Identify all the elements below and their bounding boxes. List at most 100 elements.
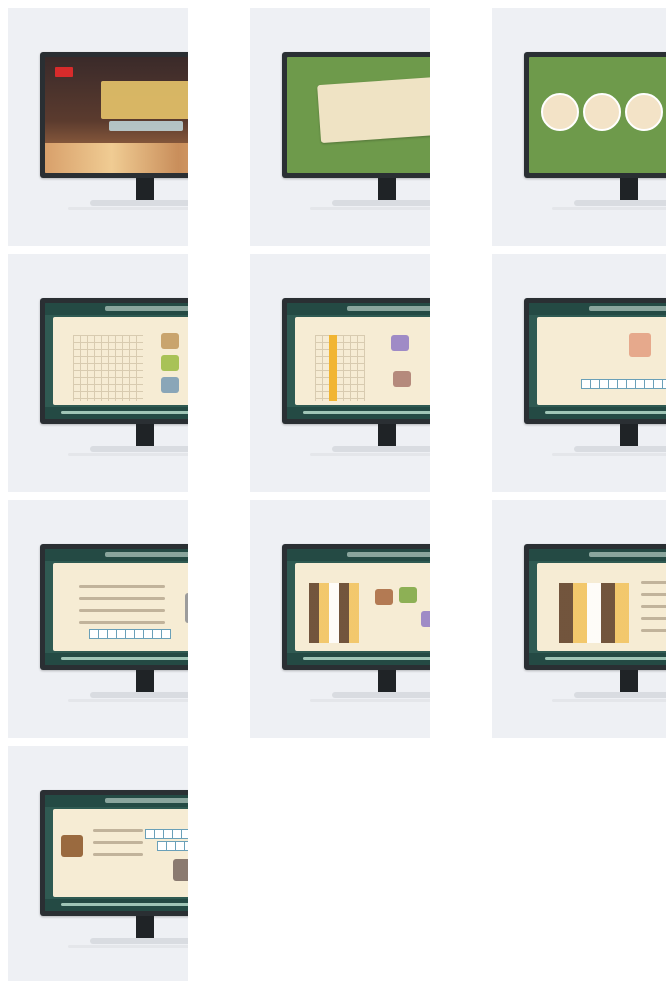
- activity-header: [45, 795, 188, 807]
- activity-title: [589, 552, 666, 557]
- footer-text: [61, 657, 188, 660]
- character-portrait[interactable]: [541, 93, 579, 131]
- answer-boxes[interactable]: [145, 829, 188, 839]
- footer-text: [61, 411, 188, 414]
- town-map-illustration: [317, 76, 430, 144]
- monitor-neck: [620, 424, 638, 446]
- monitor-neck: [136, 670, 154, 692]
- activity-header: [45, 549, 188, 561]
- activity-footer: [45, 899, 188, 911]
- thumbnail-word-boxes[interactable]: [492, 254, 666, 492]
- answer-boxes[interactable]: [581, 379, 666, 389]
- thumbnail-cover[interactable]: [8, 8, 188, 246]
- monitor: [282, 52, 430, 178]
- pixel-grid: [309, 583, 359, 643]
- monitor: [282, 298, 430, 424]
- clue-lines: [641, 581, 666, 641]
- screen-pixel-art: [287, 549, 430, 665]
- thumbnail-characters[interactable]: [492, 8, 666, 246]
- screen-characters: [529, 57, 666, 173]
- letter-grid: [73, 335, 143, 401]
- monitor-shadow: [552, 699, 666, 702]
- monitor: [40, 790, 188, 916]
- footer-text: [303, 411, 430, 414]
- picture-item: [161, 377, 179, 393]
- activity-paper: [295, 317, 430, 405]
- thumbnail-questions[interactable]: [8, 500, 188, 738]
- screen-maze: [529, 549, 666, 665]
- question-lines: [93, 829, 143, 865]
- question-lines: [79, 585, 165, 633]
- thumbnail-maze[interactable]: [492, 500, 666, 738]
- footer-text: [545, 411, 666, 414]
- monitor: [524, 52, 666, 178]
- monitor-shadow: [310, 699, 430, 702]
- monitor-base: [90, 692, 188, 698]
- thumbnail-pixel-art[interactable]: [250, 500, 430, 738]
- cover-subtitle-art: [109, 121, 183, 131]
- activity-header: [45, 303, 188, 315]
- activity-paper: [53, 317, 188, 405]
- screen-fill-boxes: [45, 795, 188, 911]
- monitor-neck: [136, 916, 154, 938]
- box-illustration: [61, 835, 83, 857]
- thumbnail-wordsearch[interactable]: [8, 254, 188, 492]
- activity-header: [287, 303, 430, 315]
- character-portraits: [541, 93, 666, 131]
- answer-boxes[interactable]: [157, 841, 188, 851]
- monitor-neck: [136, 424, 154, 446]
- activity-header: [287, 549, 430, 561]
- monitor-neck: [378, 424, 396, 446]
- cover-title-art: [101, 81, 188, 119]
- picture-item: [629, 333, 651, 357]
- activity-footer: [45, 407, 188, 419]
- answer-boxes[interactable]: [89, 629, 171, 639]
- character-portrait[interactable]: [583, 93, 621, 131]
- picture-item: [161, 355, 179, 371]
- activity-title: [347, 306, 430, 311]
- crossword-grid: [315, 335, 365, 401]
- thumbnail-crossword[interactable]: [250, 254, 430, 492]
- footer-text: [545, 657, 666, 660]
- picture-item: [399, 587, 417, 603]
- monitor: [524, 298, 666, 424]
- monitor-shadow: [310, 207, 430, 210]
- publisher-logo: [55, 67, 73, 77]
- monitor: [40, 544, 188, 670]
- screen-questions: [45, 549, 188, 665]
- monitor: [282, 544, 430, 670]
- monitor-base: [332, 692, 430, 698]
- activity-footer: [287, 407, 430, 419]
- monitor-shadow: [552, 453, 666, 456]
- activity-footer: [45, 653, 188, 665]
- monitor: [40, 298, 188, 424]
- footer-text: [61, 903, 188, 906]
- monitor-base: [90, 200, 188, 206]
- monitor: [40, 52, 188, 178]
- activity-paper: [53, 563, 188, 651]
- activity-paper: [53, 809, 188, 897]
- monitor-shadow: [552, 207, 666, 210]
- character-portrait[interactable]: [625, 93, 663, 131]
- thumbnail-fill-boxes[interactable]: [8, 746, 188, 981]
- monitor-base: [574, 200, 666, 206]
- activity-footer: [529, 407, 666, 419]
- monitor: [524, 544, 666, 670]
- highlight-column: [329, 335, 337, 401]
- activity-paper: [537, 317, 666, 405]
- monitor-base: [574, 446, 666, 452]
- thumbnail-map[interactable]: [250, 8, 430, 246]
- picture-item: [173, 859, 188, 881]
- picture-item: [391, 335, 409, 351]
- pixel-grid: [559, 583, 629, 643]
- monitor-neck: [136, 178, 154, 200]
- monitor-base: [332, 200, 430, 206]
- thumbnail-grid: [0, 0, 666, 981]
- monitor-neck: [378, 670, 396, 692]
- picture-item: [393, 371, 411, 387]
- picture-item: [375, 589, 393, 605]
- activity-title: [589, 306, 666, 311]
- picture-item: [421, 611, 430, 627]
- picture-item: [185, 593, 188, 623]
- monitor-base: [90, 446, 188, 452]
